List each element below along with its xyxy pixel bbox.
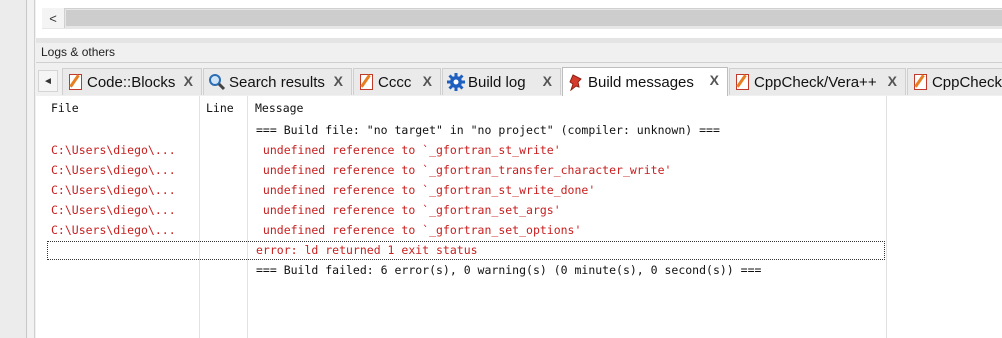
tab-cccc[interactable]: Cccc X xyxy=(353,68,441,95)
scrollbar-thumb[interactable] xyxy=(66,10,1002,26)
tab-codeblocks[interactable]: Code::Blocks X xyxy=(62,68,202,95)
column-header-line[interactable]: Line xyxy=(206,101,234,115)
divider xyxy=(36,62,1002,63)
table-row[interactable]: C:\Users\diego\... undefined reference t… xyxy=(47,141,885,160)
table-row[interactable]: C:\Users\diego\... undefined reference t… xyxy=(47,221,885,240)
tab-cppcheck-vera[interactable]: CppCheck/Vera++ X xyxy=(729,68,906,95)
tab-label: Build messages xyxy=(588,73,694,91)
table-row[interactable]: C:\Users\diego\... undefined reference t… xyxy=(47,181,885,200)
tab-label: Cccc xyxy=(378,73,412,91)
close-icon[interactable]: X xyxy=(184,73,193,89)
document-pencil-icon xyxy=(360,74,373,90)
tab-build-log[interactable]: Build log X xyxy=(442,68,561,95)
tab-label: Build log xyxy=(468,73,526,91)
row-message: undefined reference to `_gfortran_transf… xyxy=(256,163,672,177)
row-file: C:\Users\diego\... xyxy=(51,143,176,157)
table-row[interactable]: === Build file: "no target" in "no proje… xyxy=(47,121,885,140)
tab-cppcheck[interactable]: CppCheck xyxy=(907,68,1002,95)
panel-title: Logs & others xyxy=(41,45,116,59)
close-icon[interactable]: X xyxy=(334,73,343,89)
row-message: === Build file: "no target" in "no proje… xyxy=(256,123,720,137)
row-file: C:\Users\diego\... xyxy=(51,163,176,177)
document-pencil-icon xyxy=(914,74,927,90)
tab-build-messages[interactable]: Build messages X xyxy=(562,67,728,96)
row-message: undefined reference to `_gfortran_set_op… xyxy=(256,223,582,237)
document-pencil-icon xyxy=(736,74,749,90)
left-gutter xyxy=(0,0,35,338)
tab-label: Code::Blocks xyxy=(87,73,176,91)
pushpin-icon xyxy=(567,73,585,92)
panel-splitter[interactable] xyxy=(36,38,1002,43)
document-pencil-icon xyxy=(69,74,82,90)
table-row-selected[interactable]: error: ld returned 1 exit status xyxy=(47,241,885,260)
row-message: error: ld returned 1 exit status xyxy=(256,243,478,257)
column-header-message[interactable]: Message xyxy=(255,101,303,115)
row-message: undefined reference to `_gfortran_st_wri… xyxy=(256,143,561,157)
search-icon xyxy=(208,73,226,91)
tab-search-results[interactable]: Search results X xyxy=(203,68,352,95)
row-message: undefined reference to `_gfortran_st_wri… xyxy=(256,183,596,197)
tab-scroll-left-icon[interactable]: ◄ xyxy=(38,70,58,92)
close-icon[interactable]: X xyxy=(543,73,552,89)
row-file: C:\Users\diego\... xyxy=(51,223,176,237)
table-row[interactable]: C:\Users\diego\... undefined reference t… xyxy=(47,201,885,220)
list-empty-area xyxy=(886,96,1002,338)
tab-label: CppCheck xyxy=(931,73,1002,91)
close-icon[interactable]: X xyxy=(710,72,719,88)
scroll-left-arrow-icon[interactable]: < xyxy=(42,8,65,28)
row-message: undefined reference to `_gfortran_set_ar… xyxy=(256,203,561,217)
table-row[interactable]: C:\Users\diego\... undefined reference t… xyxy=(47,161,885,180)
close-icon[interactable]: X xyxy=(888,73,897,89)
row-file: C:\Users\diego\... xyxy=(51,203,176,217)
row-message: === Build failed: 6 error(s), 0 warning(… xyxy=(256,263,762,277)
table-row[interactable]: === Build failed: 6 error(s), 0 warning(… xyxy=(47,261,885,280)
row-file: C:\Users\diego\... xyxy=(51,183,176,197)
gear-icon xyxy=(447,73,465,91)
tab-label: Search results xyxy=(229,73,325,91)
close-icon[interactable]: X xyxy=(423,73,432,89)
column-header-file[interactable]: File xyxy=(51,101,79,115)
tab-label: CppCheck/Vera++ xyxy=(754,73,877,91)
